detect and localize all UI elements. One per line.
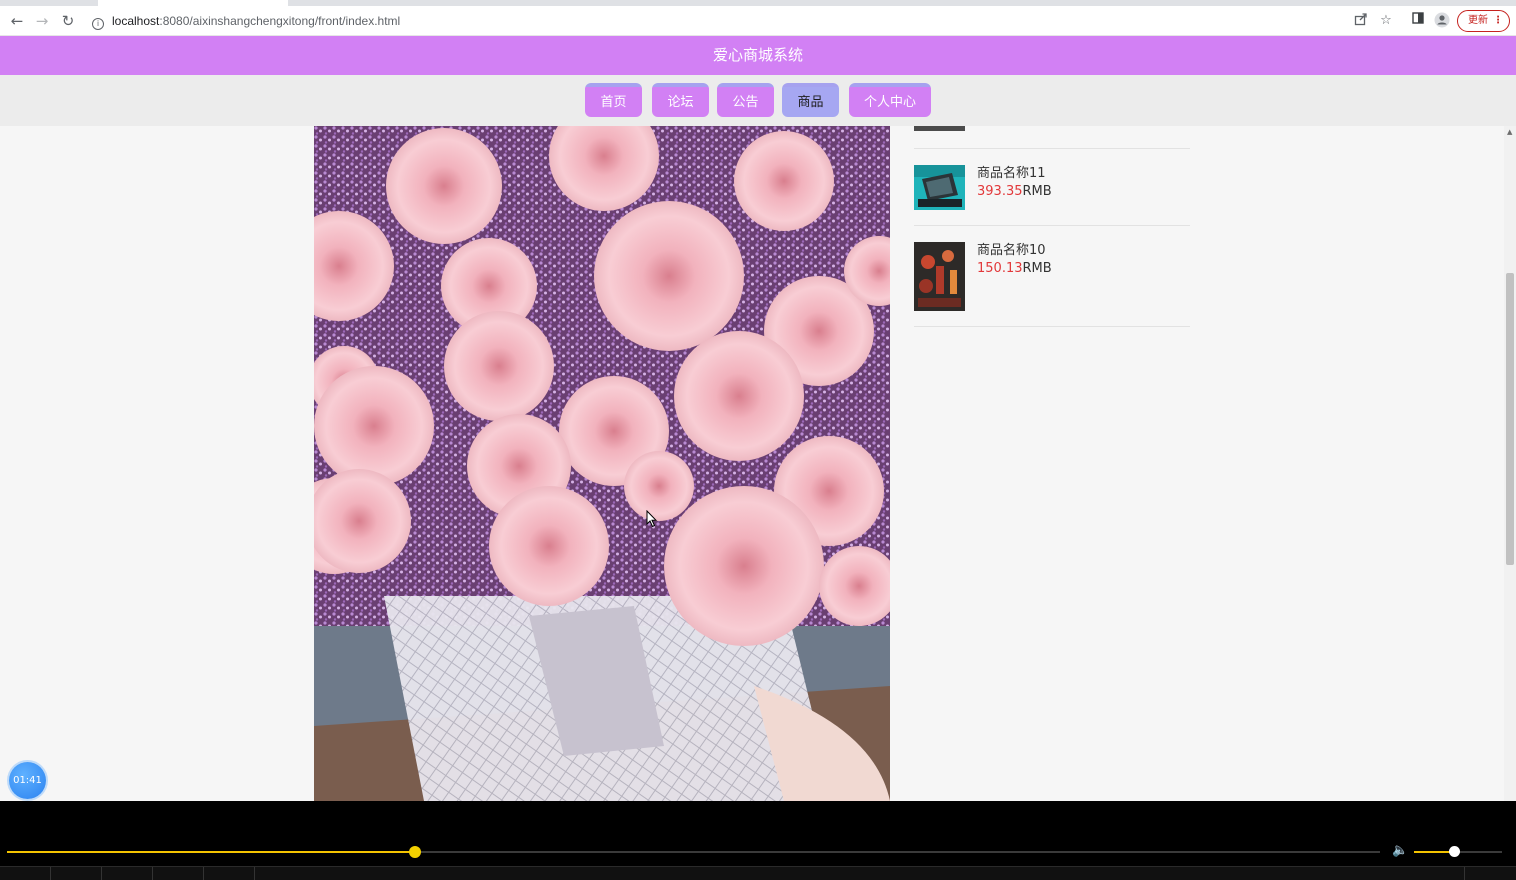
page-viewport: 爱心商城系统 首页 论坛 公告 商品 个人中心 商品名称11 393.35RMB… xyxy=(0,36,1516,801)
nav-profile[interactable]: 个人中心 xyxy=(849,83,931,117)
site-title: 爱心商城系统 xyxy=(0,36,1516,75)
price-unit: RMB xyxy=(1022,261,1052,276)
previous-item-thumbnail-edge[interactable] xyxy=(914,126,965,131)
product-price: 393.35RMB xyxy=(977,183,1052,200)
recommend-item[interactable]: 商品名称11 393.35RMB xyxy=(914,165,1190,211)
price-unit: RMB xyxy=(1022,184,1052,199)
divider xyxy=(914,148,1190,149)
nav-forum[interactable]: 论坛 xyxy=(652,83,709,117)
player-control-strip xyxy=(0,866,1516,880)
url-path: :8080/aixinshangchengxitong/front/index.… xyxy=(159,14,401,28)
nav-notice[interactable]: 公告 xyxy=(717,83,774,117)
site-info-icon[interactable]: i xyxy=(92,18,104,30)
share-icon[interactable] xyxy=(1352,12,1370,30)
profile-icon[interactable] xyxy=(1433,12,1451,30)
update-button[interactable]: 更新 ⋮ xyxy=(1457,10,1510,32)
update-label: 更新 xyxy=(1468,15,1488,26)
reload-icon[interactable]: ↻ xyxy=(59,12,77,30)
price-value: 393.35 xyxy=(977,184,1023,199)
main-nav: 首页 论坛 公告 商品 个人中心 xyxy=(0,75,1516,126)
product-thumbnail[interactable] xyxy=(914,242,965,311)
back-icon[interactable]: ← xyxy=(8,12,26,30)
page-scrollbar[interactable]: ▲ xyxy=(1504,126,1516,801)
price-value: 150.13 xyxy=(977,261,1023,276)
divider xyxy=(914,225,1190,226)
nav-products[interactable]: 商品 xyxy=(782,83,839,117)
scrollbar-thumb[interactable] xyxy=(1506,273,1514,565)
scroll-up-icon[interactable]: ▲ xyxy=(1507,128,1512,136)
nav-home[interactable]: 首页 xyxy=(585,83,642,117)
product-name[interactable]: 商品名称10 xyxy=(977,242,1046,259)
product-name[interactable]: 商品名称11 xyxy=(977,165,1046,182)
star-icon[interactable]: ☆ xyxy=(1377,12,1395,30)
recording-timer[interactable]: 01:41 xyxy=(9,762,46,799)
recommend-item[interactable]: 商品名称10 150.13RMB xyxy=(914,242,1190,311)
screen: ← → ↻ i localhost:8080/aixinshangchengxit… xyxy=(0,0,1516,880)
seek-handle[interactable] xyxy=(408,846,421,858)
address-bar[interactable]: i localhost:8080/aixinshangchengxitong/fr… xyxy=(92,12,400,30)
product-main-image[interactable] xyxy=(314,126,890,801)
url-host: localhost xyxy=(112,14,160,28)
volume-level xyxy=(1414,851,1454,853)
more-icon[interactable]: ⋮ xyxy=(1493,11,1503,30)
product-price: 150.13RMB xyxy=(977,260,1052,277)
forward-icon[interactable]: → xyxy=(33,12,51,30)
divider xyxy=(914,326,1190,327)
mouse-cursor-icon xyxy=(646,510,658,528)
volume-icon[interactable]: 🔈 xyxy=(1392,843,1408,858)
seek-bar[interactable] xyxy=(7,846,1380,858)
product-thumbnail[interactable] xyxy=(914,165,965,210)
browser-toolbar: ← → ↻ i localhost:8080/aixinshangchengxit… xyxy=(0,6,1516,36)
seek-progress xyxy=(7,851,415,853)
volume-slider[interactable] xyxy=(1414,846,1502,857)
volume-handle[interactable] xyxy=(1448,846,1460,857)
video-player-bar: 🔈 xyxy=(0,801,1516,880)
side-panel-icon[interactable] xyxy=(1409,12,1427,30)
